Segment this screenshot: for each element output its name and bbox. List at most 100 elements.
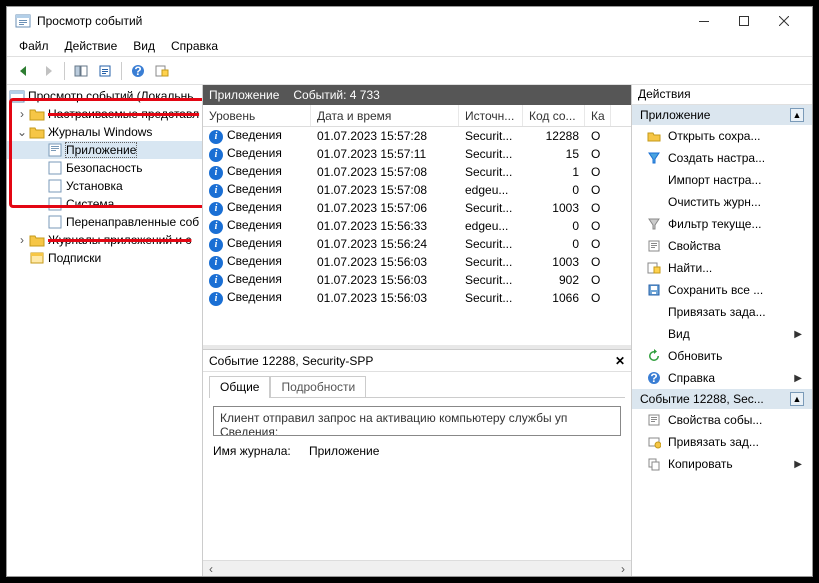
detail-hscrollbar[interactable]: ‹ ›	[203, 560, 631, 576]
action-item[interactable]: Сохранить все ...	[632, 279, 812, 301]
titlebar[interactable]: Просмотр событий	[7, 7, 812, 35]
toolbar-separator	[121, 62, 122, 80]
event-message[interactable]: Клиент отправил запрос на активацию комп…	[213, 406, 621, 436]
toolbar-find-button[interactable]	[151, 60, 173, 82]
col-source[interactable]: Источн...	[459, 105, 523, 126]
menu-view[interactable]: Вид	[125, 37, 163, 55]
tree-application[interactable]: Приложение	[7, 141, 202, 159]
table-row[interactable]: iСведения01.07.2023 15:56:33edgeu...0О	[203, 217, 631, 235]
close-button[interactable]	[764, 8, 804, 34]
action-item[interactable]: Открыть сохра...	[632, 125, 812, 147]
maximize-button[interactable]	[724, 8, 764, 34]
props-icon	[646, 238, 662, 254]
tree-setup[interactable]: Установка	[7, 177, 202, 195]
toolbar-properties-button[interactable]	[94, 60, 116, 82]
info-icon: i	[209, 166, 223, 180]
tree-system-label: Система	[66, 197, 114, 211]
app-icon	[15, 13, 31, 29]
tab-general[interactable]: Общие	[209, 376, 270, 398]
action-item[interactable]: Вид▶	[632, 323, 812, 345]
actions-group-application[interactable]: Приложение ▲	[632, 105, 812, 125]
col-datetime[interactable]: Дата и время	[311, 105, 459, 126]
tree-custom-views[interactable]: › Настраиваемые представл	[7, 105, 202, 123]
action-item[interactable]: Очистить журн...	[632, 191, 812, 213]
events-grid: Уровень Дата и время Источн... Код со...…	[203, 105, 631, 345]
event-viewer-window: Просмотр событий Файл Действие Вид Справ…	[6, 6, 813, 577]
collapse-icon[interactable]: ▲	[790, 392, 804, 406]
toolbar-help-button[interactable]: ?	[127, 60, 149, 82]
tree-winlogs-label: Журналы Windows	[48, 125, 152, 139]
collapse-icon[interactable]: ▲	[790, 108, 804, 122]
info-icon: i	[209, 130, 223, 144]
chevron-down-icon[interactable]: ⌄	[15, 125, 29, 139]
action-item[interactable]: Импорт настра...	[632, 169, 812, 191]
action-item[interactable]: Найти...	[632, 257, 812, 279]
table-row[interactable]: iСведения01.07.2023 15:57:08Securit...1О	[203, 163, 631, 181]
tree-app-services[interactable]: › Журналы приложений и с	[7, 231, 202, 249]
action-label: Обновить	[668, 349, 722, 363]
table-row[interactable]: iСведения01.07.2023 15:57:11Securit...15…	[203, 145, 631, 163]
toolbar-show-hide-button[interactable]	[70, 60, 92, 82]
action-label: Открыть сохра...	[668, 129, 760, 143]
menu-action[interactable]: Действие	[57, 37, 126, 55]
table-row[interactable]: iСведения01.07.2023 15:56:03Securit...10…	[203, 253, 631, 271]
log-icon	[47, 196, 63, 212]
nav-forward-button[interactable]	[37, 60, 59, 82]
action-item[interactable]: Привязать зад...	[632, 431, 812, 453]
nav-back-button[interactable]	[13, 60, 35, 82]
chevron-right-icon[interactable]: ›	[15, 233, 29, 247]
toolbar: ?	[7, 57, 812, 85]
action-item[interactable]: Создать настра...	[632, 147, 812, 169]
table-row[interactable]: iСведения01.07.2023 15:57:06Securit...10…	[203, 199, 631, 217]
copy-icon	[646, 456, 662, 472]
action-label: Найти...	[668, 261, 712, 275]
info-icon: i	[209, 274, 223, 288]
action-item[interactable]: Свойства собы...	[632, 409, 812, 431]
col-category[interactable]: Ка	[585, 105, 611, 126]
table-row[interactable]: iСведения01.07.2023 15:57:28Securit...12…	[203, 127, 631, 145]
action-item[interactable]: Привязать зада...	[632, 301, 812, 323]
detail-header: Событие 12288, Security-SPP ✕	[203, 350, 631, 372]
save-icon	[646, 282, 662, 298]
scroll-right-icon[interactable]: ›	[615, 562, 631, 576]
action-item[interactable]: Обновить	[632, 345, 812, 367]
tree-forwarded[interactable]: Перенаправленные соб	[7, 213, 202, 231]
detail-close-button[interactable]: ✕	[615, 354, 625, 368]
grid-body[interactable]: iСведения01.07.2023 15:57:28Securit...12…	[203, 127, 631, 345]
scroll-left-icon[interactable]: ‹	[203, 562, 219, 576]
minimize-button[interactable]	[684, 8, 724, 34]
table-row[interactable]: iСведения01.07.2023 15:56:03Securit...90…	[203, 271, 631, 289]
col-code[interactable]: Код со...	[523, 105, 585, 126]
table-row[interactable]: iСведения01.07.2023 15:56:24Securit...0О	[203, 235, 631, 253]
menu-file[interactable]: Файл	[11, 37, 57, 55]
action-label: Свойства	[668, 239, 721, 253]
action-label: Свойства собы...	[668, 413, 762, 427]
grid-header[interactable]: Уровень Дата и время Источн... Код со...…	[203, 105, 631, 127]
tree-system[interactable]: Система	[7, 195, 202, 213]
table-row[interactable]: iСведения01.07.2023 15:56:03Securit...10…	[203, 289, 631, 307]
tree-subscriptions[interactable]: Подписки	[7, 249, 202, 267]
action-label: Привязать зад...	[668, 435, 759, 449]
log-icon	[47, 214, 63, 230]
folder-icon	[29, 232, 45, 248]
action-item[interactable]: ?Справка▶	[632, 367, 812, 389]
chevron-right-icon[interactable]: ›	[15, 107, 29, 121]
col-level[interactable]: Уровень	[203, 105, 311, 126]
center-header-count: Событий: 4 733	[293, 88, 379, 102]
action-item[interactable]: Свойства	[632, 235, 812, 257]
attach-icon	[646, 434, 662, 450]
tab-spacer	[366, 376, 625, 398]
info-icon: i	[209, 256, 223, 270]
actions-group2-items: Свойства собы... Привязать зад... Копирова…	[632, 409, 812, 475]
tab-details[interactable]: Подробности	[270, 376, 366, 398]
table-row[interactable]: iСведения01.07.2023 15:57:08edgeu...0О	[203, 181, 631, 199]
tree-windows-logs[interactable]: ⌄ Журналы Windows	[7, 123, 202, 141]
action-item[interactable]: Копировать▶	[632, 453, 812, 475]
navigation-tree[interactable]: Просмотр событий (Локальнь › Настраиваем…	[7, 85, 203, 576]
tree-security[interactable]: Безопасность	[7, 159, 202, 177]
actions-group1-items: Открыть сохра... Создать настра...Импорт …	[632, 125, 812, 389]
actions-group-event[interactable]: Событие 12288, Sec... ▲	[632, 389, 812, 409]
action-item[interactable]: Фильтр текуще...	[632, 213, 812, 235]
tree-root[interactable]: Просмотр событий (Локальнь	[7, 87, 202, 105]
menu-help[interactable]: Справка	[163, 37, 226, 55]
